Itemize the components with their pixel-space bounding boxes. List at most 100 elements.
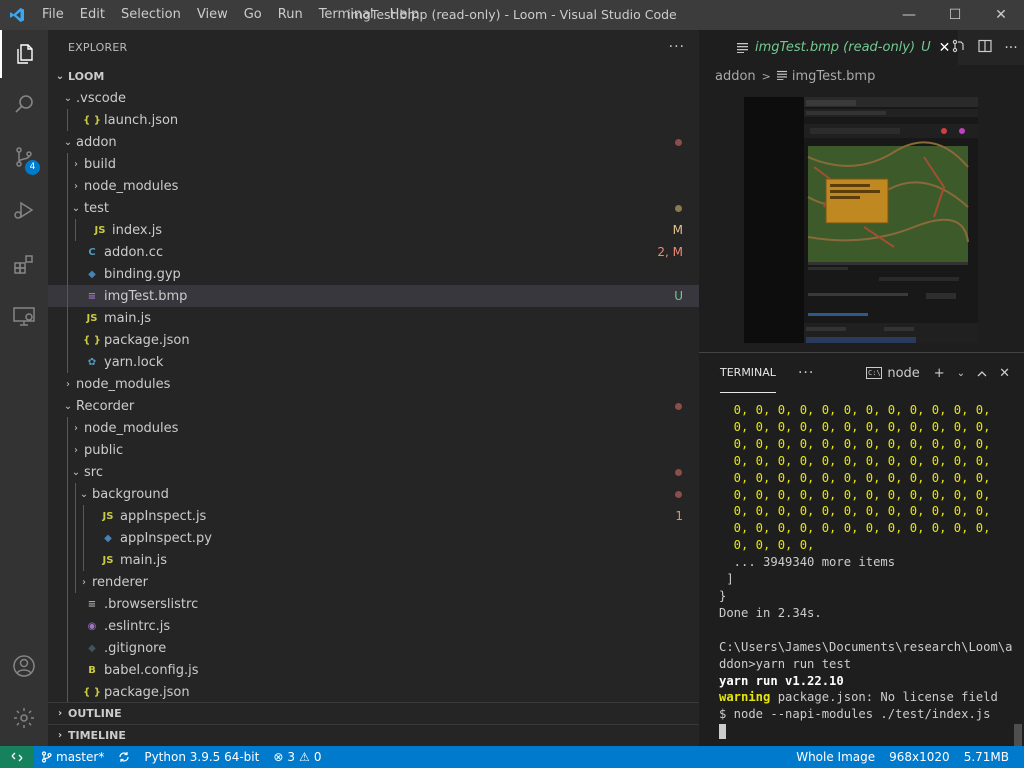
- source-control-icon[interactable]: 4: [0, 133, 48, 181]
- folder-build[interactable]: › build: [48, 153, 699, 175]
- terminal-text: 0, 0, 0, 0, 0, 0, 0, 0, 0, 0, 0, 0,: [719, 453, 991, 468]
- image-dimensions: 968x1020: [889, 750, 950, 764]
- file-appinspect-js[interactable]: JS appInspect.js 1: [48, 505, 699, 527]
- timeline-section[interactable]: › TIMELINE: [48, 724, 699, 746]
- close-panel-icon[interactable]: ✕: [999, 366, 1010, 381]
- outline-section[interactable]: › OUTLINE: [48, 702, 699, 724]
- menu-selection[interactable]: Selection: [113, 0, 189, 30]
- file-binding-gyp[interactable]: ◆ binding.gyp: [48, 263, 699, 285]
- file-main-js[interactable]: JS main.js: [48, 549, 699, 571]
- folder-background[interactable]: ⌄ background: [48, 483, 699, 505]
- file-imgtest-bmp[interactable]: ≡ imgTest.bmp U: [48, 285, 699, 307]
- menu-view[interactable]: View: [189, 0, 236, 30]
- file-package-json[interactable]: { } package.json: [48, 329, 699, 351]
- folder-node-modules[interactable]: › node_modules: [48, 417, 699, 439]
- indent-guide: [67, 153, 68, 175]
- zoom-status[interactable]: Whole Image: [789, 750, 882, 764]
- menu-help[interactable]: Help: [382, 0, 428, 30]
- search-icon[interactable]: [0, 80, 48, 128]
- file-gitignore[interactable]: ◆ .gitignore: [48, 637, 699, 659]
- open-changes-icon[interactable]: [946, 39, 972, 57]
- workspace-root-header[interactable]: ⌄ LOOM: [48, 65, 699, 87]
- manage-gear-icon[interactable]: [0, 694, 48, 742]
- branch-status[interactable]: master*: [34, 750, 111, 764]
- tree-item-label: addon.cc: [104, 244, 164, 260]
- folder-test[interactable]: ⌄ test: [48, 197, 699, 219]
- new-terminal-icon[interactable]: +: [934, 366, 945, 381]
- sync-icon[interactable]: [111, 751, 137, 763]
- tree-item-label: node_modules: [84, 420, 179, 436]
- run-debug-icon[interactable]: [0, 186, 48, 234]
- python-interpreter[interactable]: Python 3.9.5 64-bit: [137, 750, 266, 764]
- terminal-selector[interactable]: C:\ node: [866, 366, 920, 381]
- tree-item-label: Recorder: [76, 398, 135, 414]
- explorer-icon[interactable]: [0, 30, 48, 78]
- file-launch-json[interactable]: { } launch.json: [48, 109, 699, 131]
- panel-more-icon[interactable]: ···: [798, 365, 814, 381]
- minimize-button[interactable]: —: [886, 0, 932, 30]
- extensions-icon[interactable]: [0, 240, 48, 288]
- breadcrumb-folder[interactable]: addon: [715, 69, 756, 84]
- maximize-button[interactable]: ☐: [932, 0, 978, 30]
- tab-terminal[interactable]: TERMINAL: [720, 353, 776, 393]
- terminal-scrollbar[interactable]: [1014, 724, 1022, 746]
- chevron-down-icon[interactable]: ⌄: [957, 368, 965, 379]
- git-status-badge: U: [674, 289, 683, 303]
- close-window-button[interactable]: ✕: [978, 0, 1024, 30]
- terminal-panel: TERMINAL ··· C:\ node + ⌄ ✕ 0, 0, 0, 0, …: [699, 352, 1024, 746]
- cpp-file-icon: C: [88, 246, 96, 258]
- tree-item-label: .vscode: [76, 90, 126, 106]
- account-icon[interactable]: [0, 642, 48, 690]
- menu-edit[interactable]: Edit: [72, 0, 113, 30]
- folder-vscode[interactable]: ⌄ .vscode: [48, 87, 699, 109]
- remote-indicator-icon[interactable]: [0, 746, 34, 768]
- git-status-badge: M: [672, 223, 683, 237]
- more-actions-icon[interactable]: ···: [669, 39, 685, 55]
- terminal-line: ... 3949340 more items: [719, 554, 1019, 571]
- breadcrumb-file[interactable]: imgTest.bmp: [792, 69, 875, 84]
- menu-file[interactable]: File: [34, 0, 72, 30]
- file-babel-config-js[interactable]: Bbabel.config.js: [48, 659, 699, 681]
- folder-public[interactable]: › public: [48, 439, 699, 461]
- file-yarn-lock[interactable]: ✿ yarn.lock: [48, 351, 699, 373]
- file-browserslistrc[interactable]: ≡ .browserslistrc: [48, 593, 699, 615]
- terminal-text: 0, 0, 0, 0, 0, 0, 0, 0, 0, 0, 0, 0,: [719, 419, 991, 434]
- menu-terminal[interactable]: Terminal: [311, 0, 382, 30]
- tab-imgtest[interactable]: imgTest.bmp (read-only) U ✕: [699, 30, 959, 65]
- maximize-panel-icon[interactable]: [977, 366, 987, 381]
- file-index-js[interactable]: JS index.js M: [48, 219, 699, 241]
- tree-item-label: main.js: [104, 310, 151, 326]
- tree-item-label: package.json: [104, 332, 190, 348]
- folder-node-modules[interactable]: › node_modules: [48, 175, 699, 197]
- tree-item-label: public: [84, 442, 124, 458]
- tree-item-label: binding.gyp: [104, 266, 181, 282]
- more-actions-icon[interactable]: ···: [998, 40, 1024, 56]
- problems-status[interactable]: ⊗ 3 ⚠ 0: [266, 750, 328, 764]
- terminal-output[interactable]: 0, 0, 0, 0, 0, 0, 0, 0, 0, 0, 0, 0, 0, 0…: [719, 402, 1019, 740]
- folder-recorder[interactable]: ⌄ Recorder: [48, 395, 699, 417]
- file-eslintrc-js[interactable]: ◉ .eslintrc.js: [48, 615, 699, 637]
- timeline-label: TIMELINE: [68, 729, 126, 742]
- indent-guide: [67, 461, 68, 483]
- indent-guide: [67, 439, 68, 461]
- folder-addon[interactable]: ⌄ addon: [48, 131, 699, 153]
- split-editor-icon[interactable]: [972, 39, 998, 57]
- warning-text: package.json: No license field: [770, 690, 998, 705]
- bottom-sections: › OUTLINE › TIMELINE: [48, 702, 699, 746]
- file-addon-cc[interactable]: Caddon.cc 2, M: [48, 241, 699, 263]
- menu-run[interactable]: Run: [270, 0, 311, 30]
- file-main-js[interactable]: JS main.js: [48, 307, 699, 329]
- error-icon: ⊗: [273, 750, 284, 764]
- tree-item-label: .gitignore: [104, 640, 167, 656]
- menu-go[interactable]: Go: [236, 0, 270, 30]
- folder-node-modules[interactable]: › node_modules: [48, 373, 699, 395]
- remote-explorer-icon[interactable]: [0, 292, 48, 340]
- file-package-json[interactable]: { } package.json: [48, 681, 699, 703]
- file-appinspect-py[interactable]: ◆ appInspect.py: [48, 527, 699, 549]
- folder-src[interactable]: ⌄ src: [48, 461, 699, 483]
- folder-renderer[interactable]: › renderer: [48, 571, 699, 593]
- tree-item-label: launch.json: [104, 112, 179, 128]
- yarn-file-icon: ✿: [87, 356, 97, 368]
- indent-guide: [67, 593, 68, 615]
- git-status-badge: 2, M: [657, 245, 683, 259]
